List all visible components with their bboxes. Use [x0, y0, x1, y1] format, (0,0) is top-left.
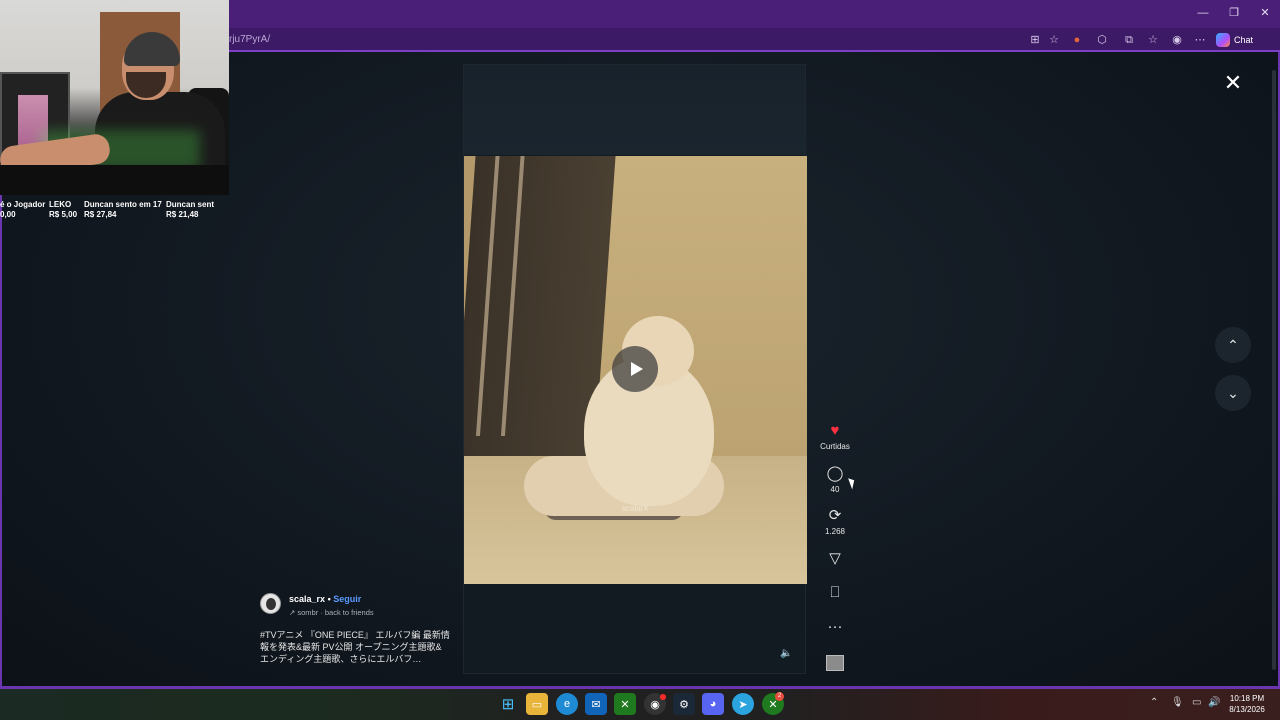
- username[interactable]: scala_rx: [289, 594, 325, 604]
- video-door-frame: [500, 156, 525, 436]
- microphone-icon[interactable]: 🎙: [1171, 697, 1184, 708]
- play-button[interactable]: [612, 346, 658, 392]
- save-button[interactable]: ⎕: [816, 584, 854, 602]
- app-view-icon[interactable]: ⊞: [1027, 32, 1043, 48]
- display-icon[interactable]: ▭: [1192, 697, 1201, 708]
- donation-item: LEKO R$ 5,00: [49, 200, 77, 220]
- send-icon: ▽: [829, 550, 841, 567]
- url-text[interactable]: rju7PyrA/: [229, 34, 270, 45]
- extension-fox-icon[interactable]: ●: [1069, 32, 1085, 48]
- post-caption: #TVアニメ 『ONE PIECE』 エルバフ編 最新情報を発表&最新 PV公開…: [260, 630, 450, 664]
- xbox-icon[interactable]: ✕: [614, 693, 636, 715]
- window-close-icon[interactable]: ✕: [1256, 6, 1274, 20]
- clock-time: 10:18 PM: [1229, 694, 1265, 703]
- video-watermark: scalarX: [622, 504, 649, 513]
- donation-amount: R$ 21,48: [166, 210, 199, 219]
- reel-video[interactable]: scalarX: [464, 156, 807, 584]
- audio-attribution[interactable]: ↗ sombr · back to friends: [289, 608, 374, 617]
- reel-card-top: [464, 65, 805, 155]
- reposts-count: 1.268: [824, 527, 846, 536]
- split-screen-icon[interactable]: ⧉: [1121, 32, 1137, 48]
- audio-thumbnail[interactable]: [826, 655, 844, 671]
- donation-ticker: é o Jogador 0,00 LEKO R$ 5,00 Duncan sen…: [0, 200, 229, 222]
- follow-button[interactable]: Seguir: [333, 594, 361, 604]
- clock-date: 8/13/2026: [1229, 705, 1265, 714]
- donation-name: LEKO: [49, 200, 72, 209]
- discord-icon[interactable]: ◕: [702, 693, 724, 715]
- repost-button[interactable]: ⟳ 1.268: [816, 507, 854, 536]
- bookmark-icon: ⎕: [830, 584, 840, 601]
- donation-name: Duncan sento em 17: [84, 200, 162, 209]
- play-icon: [630, 362, 643, 376]
- webcam-desk: [0, 165, 229, 195]
- donation-item: é o Jogador 0,00: [0, 200, 45, 220]
- previous-reel-button[interactable]: ⌃: [1215, 327, 1251, 363]
- chevron-down-icon: ⌄: [1227, 384, 1239, 401]
- reel-card: scalarX: [463, 64, 807, 674]
- chevron-up-tray-icon[interactable]: ⌃: [1150, 697, 1158, 708]
- heart-icon: ♥: [830, 422, 840, 439]
- avatar[interactable]: [260, 593, 281, 614]
- minimize-icon[interactable]: —: [1194, 6, 1212, 20]
- separator: •: [327, 594, 331, 604]
- more-options-button[interactable]: ···: [816, 618, 854, 636]
- next-reel-button[interactable]: ⌄: [1215, 375, 1251, 411]
- video-door-frame: [475, 156, 500, 436]
- like-button[interactable]: ♥ Curtidas: [816, 422, 854, 451]
- system-clock[interactable]: 10:18 PM 8/13/2026: [1222, 693, 1272, 715]
- donation-name: é o Jogador: [0, 200, 46, 209]
- post-author: scala_rx • Seguir: [289, 594, 361, 604]
- more-icon: ···: [827, 618, 843, 635]
- donation-amount: R$ 27,84: [84, 210, 117, 219]
- recording-indicator: [660, 694, 666, 700]
- share-button[interactable]: ▽: [816, 550, 854, 568]
- donation-item: Duncan sent R$ 21,48: [166, 200, 214, 220]
- chat-button[interactable]: Chat: [1216, 31, 1253, 49]
- avatar-image: [266, 598, 276, 610]
- outlook-icon[interactable]: ✉: [585, 693, 607, 715]
- favorites-icon[interactable]: ☆: [1145, 32, 1161, 48]
- more-icon[interactable]: ⋯: [1192, 32, 1208, 48]
- streamer-webcam: [0, 0, 229, 195]
- steam-icon[interactable]: ⚙: [673, 693, 695, 715]
- donation-item: Duncan sento em 17 R$ 27,84: [84, 200, 162, 220]
- restore-icon[interactable]: ❐: [1225, 6, 1243, 20]
- profile-icon[interactable]: ◉: [1169, 32, 1185, 48]
- repost-icon: ⟳: [828, 507, 842, 524]
- chevron-up-icon: ⌃: [1227, 336, 1239, 353]
- star-icon[interactable]: ☆: [1046, 32, 1062, 48]
- donation-name: Duncan sent: [166, 200, 215, 209]
- volume-icon[interactable]: 🔈: [780, 648, 792, 659]
- likes-label: Curtidas: [820, 442, 850, 451]
- extension-icon[interactable]: ⬡: [1094, 32, 1110, 48]
- windows-taskbar: [0, 689, 1280, 720]
- comments-count: 40: [830, 485, 840, 494]
- scrollbar[interactable]: [1272, 70, 1276, 670]
- speaker-icon[interactable]: 🔊: [1208, 697, 1220, 708]
- chat-label: Chat: [1234, 35, 1254, 45]
- copilot-icon: [1216, 33, 1230, 47]
- close-icon[interactable]: ✕: [1222, 72, 1244, 94]
- donation-amount: 0,00: [0, 210, 16, 219]
- notification-badge: 2: [775, 692, 784, 701]
- edge-browser-icon[interactable]: e: [556, 693, 578, 715]
- windows-start-icon[interactable]: ⊞: [497, 693, 519, 715]
- telegram-icon[interactable]: ➤: [732, 693, 754, 715]
- file-explorer-icon[interactable]: ▭: [526, 693, 548, 715]
- donation-amount: R$ 5,00: [49, 210, 78, 219]
